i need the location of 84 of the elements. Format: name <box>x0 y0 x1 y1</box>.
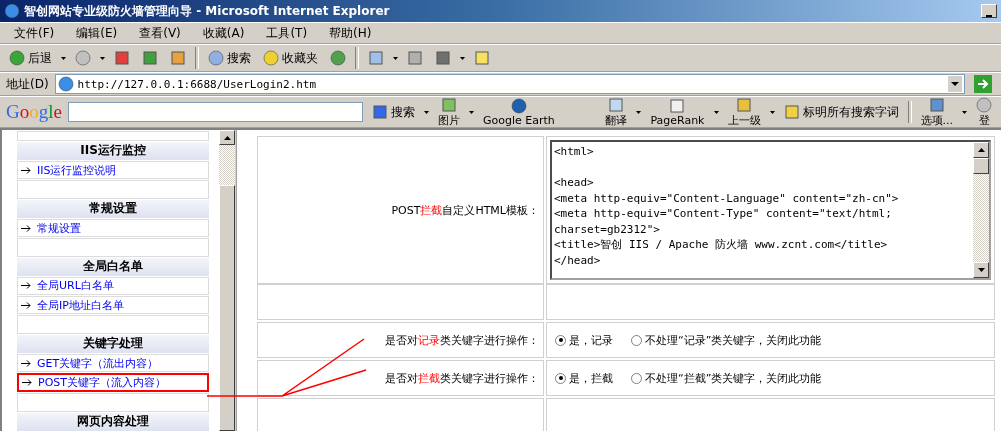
sidebar-item[interactable]: GET关键字（流出内容） <box>17 354 209 373</box>
sidebar-link[interactable]: POST关键字（流入内容） <box>38 375 166 391</box>
caret-icon <box>468 110 474 114</box>
sidebar-section-header: IIS运行监控 <box>17 141 209 160</box>
search-button[interactable]: 搜索 <box>205 48 254 68</box>
radio-option[interactable]: 是，拦截 <box>555 370 613 386</box>
sidebar-link[interactable]: 常规设置 <box>37 220 81 236</box>
menu-item[interactable]: 收藏(A) <box>194 22 253 44</box>
right-arrow-icon <box>21 166 31 174</box>
earth-button[interactable]: Google Earth <box>479 97 558 127</box>
sidebar-link[interactable]: 全局URL白名单 <box>37 278 114 294</box>
sidebar-item[interactable]: IIS运行监控说明 <box>17 160 209 180</box>
back-button[interactable]: 后退 <box>6 48 55 68</box>
menu-item[interactable]: 帮助(H) <box>321 22 380 44</box>
menu-item[interactable]: 查看(V) <box>131 22 189 44</box>
radio-button[interactable] <box>631 334 642 346</box>
sidebar-item[interactable]: 全局IP地址白名单 <box>17 296 209 315</box>
highlight-button[interactable]: 标明所有搜索字词 <box>780 102 902 122</box>
radio-option[interactable]: 不处理“拦截”类关键字，关闭此功能 <box>631 370 822 386</box>
scroll-down-button[interactable] <box>973 262 989 278</box>
minimize-button[interactable] <box>981 4 997 18</box>
caret-icon <box>713 110 719 114</box>
field-label: 是否对拦截类关键字进行操作： <box>385 370 539 386</box>
menu-item[interactable]: 文件(F) <box>6 22 63 44</box>
right-arrow-icon <box>21 224 31 232</box>
translate-button[interactable]: 翻译 <box>602 96 631 128</box>
menu-item[interactable]: 编辑(E) <box>68 22 126 44</box>
field-label: POST拦截自定义HTML模板： <box>391 202 539 218</box>
field-label: 是否对记录类关键字进行操作： <box>385 332 539 348</box>
minimize-icon <box>986 15 992 17</box>
caret-icon <box>460 56 465 60</box>
history-button[interactable] <box>327 49 349 67</box>
sidebar-section-header: 常规设置 <box>17 199 209 218</box>
menu-item[interactable]: 工具(T) <box>258 22 316 44</box>
up-level-button[interactable]: 上一级 <box>724 96 764 128</box>
down-triangle-icon <box>977 268 985 272</box>
scroll-up-button[interactable] <box>219 130 235 146</box>
radio-button[interactable] <box>555 334 566 346</box>
sidebar-section-header: 网页内容处理 <box>17 412 209 431</box>
google-search-field[interactable] <box>67 102 363 122</box>
window-title: 智创网站专业级防火墙管理向导 - Microsoft Internet Explorer <box>24 2 391 20</box>
sidebar-link[interactable]: 全局IP地址白名单 <box>37 297 124 313</box>
scroll-thumb[interactable] <box>219 185 235 431</box>
caret-icon <box>393 56 398 60</box>
caret-icon <box>100 56 105 60</box>
radio-button[interactable] <box>555 372 566 384</box>
google-search-button[interactable]: 搜索 <box>368 102 418 122</box>
address-field[interactable]: http://127.0.0.1:6688/UserLogin2.htm <box>54 74 965 94</box>
caret-icon <box>962 110 967 114</box>
login-button[interactable]: 登 <box>973 96 995 128</box>
html-code-text: <html> <head> <meta http-equiv="Content-Language" content="zh-cn"> <meta http-equiv="Content-Type" content="text/html; charset=gb2312"> <title>智创 IIS / Apache 防火墙 www.zcnt.com</title> </head> <box>553 144 900 269</box>
dropdown-icon <box>948 76 962 92</box>
options-button[interactable]: 选项... <box>917 96 956 128</box>
forward-button[interactable] <box>72 49 94 67</box>
radio-option[interactable]: 不处理“记录”类关键字，关闭此功能 <box>631 332 822 348</box>
favorites-button[interactable]: 收藏夹 <box>260 48 321 68</box>
sidebar-section-header: 全局白名单 <box>17 257 209 276</box>
up-triangle-icon <box>223 135 231 140</box>
right-arrow-icon <box>22 379 32 387</box>
caret-icon <box>636 110 642 114</box>
sidebar-link[interactable]: IIS运行监控说明 <box>37 162 117 178</box>
pagerank-button[interactable]: PageRank <box>647 97 708 127</box>
address-label: 地址(D) <box>6 75 49 93</box>
html-template-field[interactable]: <html> <head> <meta http-equiv="Content-Language" content="zh-cn"> <meta http-equiv="Content-Type" content="text/html; charset=gb2312"> <title>智创 IIS / Apache 防火墙 www.zcnt.com</title> </head> <box>550 140 991 280</box>
caret-icon <box>61 56 66 60</box>
images-button[interactable]: 图片 <box>434 96 463 128</box>
caret-icon <box>769 110 775 114</box>
go-button[interactable] <box>971 74 995 94</box>
radio-button[interactable] <box>631 372 642 384</box>
sidebar-item[interactable]: POST关键字（流入内容） <box>17 373 209 393</box>
sidebar-link[interactable]: GET关键字（流出内容） <box>37 355 159 371</box>
sidebar-item[interactable]: 常规设置 <box>17 218 209 238</box>
sidebar-section-header: 关键字处理 <box>17 334 209 353</box>
scroll-thumb[interactable] <box>973 158 989 174</box>
sidebar-item[interactable]: 全局URL白名单 <box>17 276 209 296</box>
right-arrow-icon <box>21 282 31 290</box>
caret-icon <box>423 110 429 114</box>
right-arrow-icon <box>21 301 31 309</box>
google-logo: Google <box>6 101 62 123</box>
up-triangle-icon <box>977 148 985 152</box>
right-arrow-icon <box>21 359 31 367</box>
scrollbar[interactable] <box>219 130 235 431</box>
scroll-up-button[interactable] <box>973 142 989 158</box>
radio-option[interactable]: 是，记录 <box>555 332 613 348</box>
